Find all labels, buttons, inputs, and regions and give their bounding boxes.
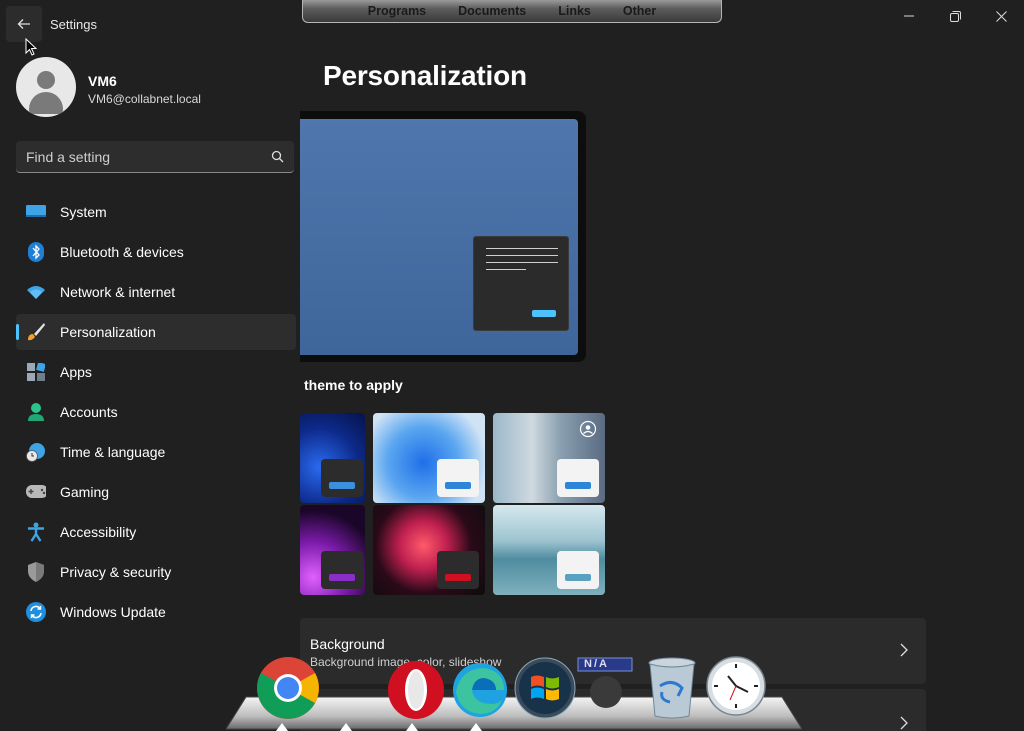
user-email: VM6@collabnet.local (88, 92, 201, 106)
na-label: N/A (584, 658, 609, 670)
close-button[interactable] (978, 0, 1024, 32)
theme-section-label: theme to apply (304, 377, 403, 393)
shield-icon (26, 562, 46, 582)
sidebar-item-apps[interactable]: Apps (16, 354, 296, 390)
search-input[interactable]: Find a setting (16, 141, 294, 173)
edge-icon[interactable] (452, 662, 508, 718)
sidebar-item-label: Network & internet (60, 284, 176, 300)
back-arrow-icon (17, 19, 30, 29)
mouse-cursor-icon (25, 37, 38, 61)
accessibility-icon (26, 522, 46, 542)
search-placeholder: Find a setting (26, 148, 111, 165)
theme-tile[interactable] (300, 413, 365, 503)
wifi-icon (26, 282, 46, 302)
theme-tile[interactable] (373, 413, 485, 503)
dock-tab-links[interactable]: Links (542, 0, 607, 22)
chrome-icon[interactable] (256, 656, 320, 720)
restore-button[interactable] (932, 0, 978, 32)
brush-icon (26, 322, 46, 342)
sidebar-item-label: Accounts (60, 404, 118, 420)
back-button[interactable] (6, 6, 42, 42)
theme-preview (300, 111, 586, 362)
row-title: Background (310, 636, 385, 652)
theme-tile[interactable] (373, 505, 485, 595)
theme-tile[interactable] (493, 413, 605, 503)
sidebar-item-accessibility[interactable]: Accessibility (16, 514, 296, 550)
minimize-icon (904, 15, 914, 17)
close-icon (995, 10, 1007, 22)
sidebar-item-label: Bluetooth & devices (60, 244, 184, 260)
dock-tab-programs[interactable]: Programs (352, 0, 442, 22)
dock-tab-other[interactable]: Other (607, 0, 672, 22)
sidebar-item-label: Time & language (60, 444, 166, 460)
sidebar-item-privacy[interactable]: Privacy & security (16, 554, 296, 590)
theme-tile[interactable] (300, 505, 365, 595)
sidebar-item-system[interactable]: System (16, 194, 296, 230)
avatar[interactable] (16, 57, 76, 117)
chevron-right-icon (900, 643, 908, 657)
sidebar-item-label: System (60, 204, 107, 220)
gamepad-icon (26, 482, 46, 502)
time-language-icon (26, 442, 46, 462)
restore-icon (949, 10, 961, 22)
sidebar-item-label: Privacy & security (60, 564, 172, 580)
apps-icon (26, 362, 46, 382)
sidebar-item-network[interactable]: Network & internet (16, 274, 296, 310)
sidebar-nav: System Bluetooth & devices Network & int… (16, 194, 296, 634)
system-icon (26, 202, 46, 222)
sidebar-item-accounts[interactable]: Accounts (16, 394, 296, 430)
na-icon[interactable]: N/A (576, 656, 634, 712)
sidebar-item-time-language[interactable]: Time & language (16, 434, 296, 470)
sidebar-item-label: Gaming (60, 484, 110, 500)
accounts-icon (26, 402, 46, 422)
search-icon (271, 150, 284, 163)
clock-icon[interactable] (706, 656, 766, 716)
selected-theme-icon (579, 420, 597, 438)
sidebar-item-label: Accessibility (60, 524, 137, 540)
chevron-right-icon (900, 716, 908, 730)
windows-icon[interactable] (514, 657, 576, 719)
bluetooth-icon (26, 242, 46, 262)
sidebar-item-label: Personalization (60, 324, 156, 340)
update-icon (26, 602, 46, 622)
theme-tile[interactable] (493, 505, 605, 595)
minimize-button[interactable] (886, 0, 932, 32)
sidebar-item-personalization[interactable]: Personalization (16, 314, 296, 350)
recycle-bin-icon[interactable] (646, 656, 698, 720)
dock-tab-documents[interactable]: Documents (442, 0, 542, 22)
sidebar-item-bluetooth[interactable]: Bluetooth & devices (16, 234, 296, 270)
sidebar-item-gaming[interactable]: Gaming (16, 474, 296, 510)
preview-window (473, 236, 569, 331)
page-title: Personalization (323, 60, 527, 91)
sidebar-item-label: Windows Update (60, 604, 166, 620)
top-dock-bar: Programs Documents Links Other (302, 0, 722, 23)
app-title: Settings (50, 17, 97, 32)
sidebar-item-label: Apps (60, 364, 92, 380)
opera-icon[interactable] (386, 660, 446, 720)
user-name: VM6 (88, 73, 117, 89)
sidebar-item-windows-update[interactable]: Windows Update (16, 594, 296, 630)
